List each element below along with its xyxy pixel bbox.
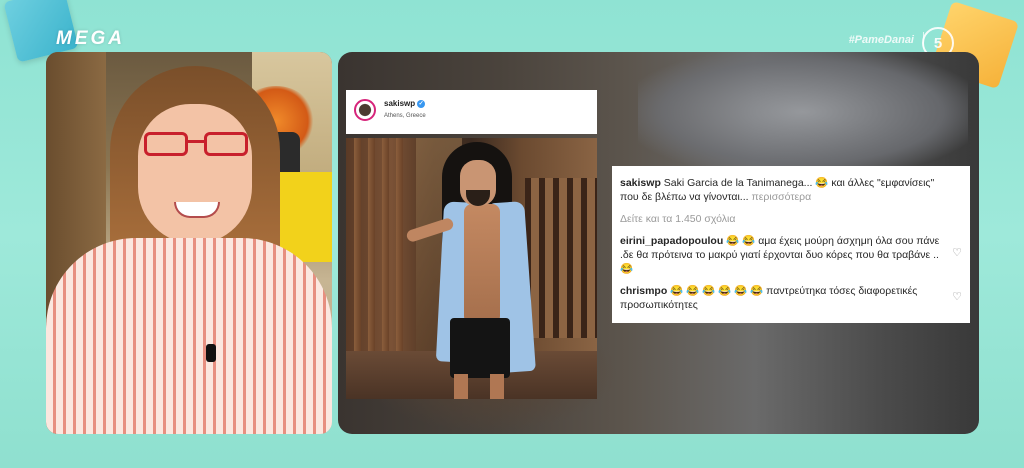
comment-username[interactable]: eirini_papadopoulou — [620, 235, 723, 247]
post-photo — [346, 138, 597, 399]
laughing-emoji-icon: 😂 😂 — [726, 235, 756, 247]
laughing-emoji-icon: 😂 — [620, 263, 634, 275]
show-hashtag: #PameDanai — [848, 34, 914, 46]
comments-card: sakiswp Saki Garcia de la Tanimanega... … — [612, 166, 970, 323]
host-glasses — [144, 132, 248, 158]
post-username[interactable]: sakiswp ✓ — [384, 99, 426, 108]
lapel-microphone-icon — [206, 344, 216, 362]
laughing-emoji-icon: 😂 — [815, 177, 829, 189]
post-header: sakiswp ✓ Athens, Greece — [346, 90, 597, 134]
comment-item: chrismpo 😂 😂 😂 😂 😂 😂 παντρεύτηκα τόσες δ… — [620, 284, 946, 312]
more-link[interactable]: περισσότερα — [751, 191, 811, 203]
man-leg — [454, 374, 468, 399]
host-video-panel — [46, 52, 332, 434]
man-shorts — [450, 318, 510, 378]
caption-username[interactable]: sakiswp — [620, 177, 661, 189]
comment-item: eirini_papadopoulou 😂 😂 αμα έχεις μούρη … — [620, 234, 946, 276]
comment-username[interactable]: chrismpo — [620, 285, 667, 297]
post-caption: sakiswp Saki Garcia de la Tanimanega... … — [620, 176, 946, 204]
heart-icon[interactable]: ♡ — [952, 246, 962, 260]
laughing-emoji-icon: 😂 😂 😂 😂 😂 😂 — [670, 285, 764, 297]
host-striped-shirt — [46, 238, 332, 434]
channel-logo: MEGA — [56, 28, 125, 49]
view-all-comments-link[interactable]: Δείτε και τα 1.450 σχόλια — [620, 212, 946, 226]
man-torso — [464, 204, 500, 324]
heart-icon[interactable]: ♡ — [952, 290, 962, 304]
photo-lattice-window — [525, 178, 597, 338]
host-face — [138, 104, 252, 244]
verified-badge-icon: ✓ — [417, 99, 426, 108]
caption-text: Saki Garcia de la Tanimanega... — [663, 177, 813, 189]
post-location[interactable]: Athens, Greece — [384, 113, 426, 119]
blurred-background — [638, 52, 968, 172]
instagram-post-panel: sakiswp ✓ Athens, Greece sakiswp Saki Gar… — [338, 52, 979, 434]
user-avatar[interactable] — [354, 99, 376, 121]
man-leg — [490, 374, 504, 399]
